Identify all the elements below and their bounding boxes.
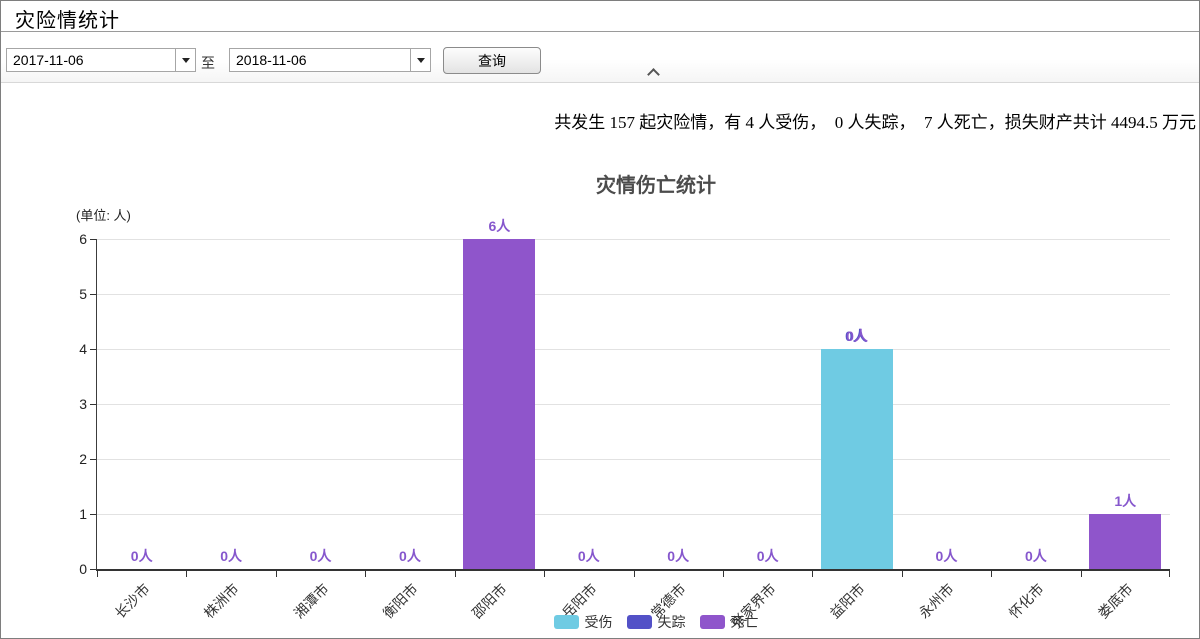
grid-line: [97, 239, 1170, 240]
y-axis-tick: [90, 239, 96, 240]
grid-line: [97, 294, 1170, 295]
x-axis-tick: [991, 571, 992, 577]
y-axis-tick: [90, 569, 96, 570]
page-header: 灾险情统计: [1, 1, 1199, 32]
legend-swatch: [627, 615, 652, 629]
bar-value-label: 0人: [638, 546, 718, 566]
summary-text: 共发生 157 起灾险情，有 4 人受伤， 0 人失踪， 7 人死亡，损失财产共…: [554, 108, 1196, 133]
date-to-dropdown-button[interactable]: [410, 49, 430, 71]
chevron-down-icon: [417, 58, 425, 63]
y-axis-tick: [90, 404, 96, 405]
legend-item-失踪[interactable]: 失踪: [627, 612, 686, 632]
bar-value-label: 0人: [549, 546, 629, 566]
query-toolbar: 2017-11-06 至 2018-11-06 查询: [1, 32, 1199, 83]
bar-value-label: 0人: [906, 546, 986, 566]
date-range-to-label: 至: [201, 53, 215, 73]
bar-value-label: 0人: [191, 546, 271, 566]
bar[interactable]: [1089, 514, 1161, 569]
bar[interactable]: [463, 239, 535, 569]
x-axis-tick: [97, 571, 98, 577]
collapse-panel-handle[interactable]: [649, 70, 658, 79]
x-axis-tick: [1081, 571, 1082, 577]
legend-label: 受伤: [585, 612, 613, 632]
y-axis-tick-label: 1: [55, 506, 87, 522]
date-to-select[interactable]: 2018-11-06: [229, 48, 431, 72]
y-axis-tick: [90, 459, 96, 460]
y-axis-tick: [90, 349, 96, 350]
y-axis-tick-label: 6: [55, 231, 87, 247]
x-axis-tick: [723, 571, 724, 577]
date-from-value: 2017-11-06: [7, 52, 175, 68]
grid-line: [97, 349, 1170, 350]
bar-chart-plot-area: 01234560人长沙市0人株洲市0人湘潭市0人衡阳市6人邵阳市0人岳阳市0人常…: [96, 239, 1170, 571]
legend-swatch: [700, 615, 725, 629]
x-axis-tick: [634, 571, 635, 577]
x-axis-tick: [902, 571, 903, 577]
bar[interactable]: [821, 349, 893, 569]
query-button[interactable]: 查询: [443, 47, 541, 74]
y-axis-tick-label: 5: [55, 286, 87, 302]
bar-value-label: 0人: [996, 546, 1076, 566]
y-axis-tick-label: 0: [55, 561, 87, 577]
x-axis-tick: [1169, 571, 1170, 577]
y-axis-tick-label: 3: [55, 396, 87, 412]
legend-label: 死亡: [731, 612, 759, 632]
bar-value-label: 0人: [728, 546, 808, 566]
grid-line: [97, 514, 1170, 515]
grid-line: [97, 459, 1170, 460]
y-axis-unit-label: (单位: 人): [76, 205, 131, 224]
bar-value-label: 1人: [1085, 491, 1165, 511]
y-axis-tick: [90, 514, 96, 515]
x-axis-tick: [186, 571, 187, 577]
x-axis-tick: [365, 571, 366, 577]
bar-value-label: 6人: [459, 216, 539, 236]
chart-title: 灾情伤亡统计: [111, 169, 1200, 198]
date-from-select[interactable]: 2017-11-06: [6, 48, 196, 72]
bar-value-label: 0人: [281, 546, 361, 566]
legend-label: 失踪: [658, 612, 686, 632]
x-axis-tick: [276, 571, 277, 577]
bar-value-label: 0人: [817, 326, 897, 346]
legend-swatch: [554, 615, 579, 629]
chevron-up-icon: [647, 68, 660, 81]
date-to-value: 2018-11-06: [230, 52, 410, 68]
legend-item-死亡[interactable]: 死亡: [700, 612, 759, 632]
chevron-down-icon: [182, 58, 190, 63]
date-from-dropdown-button[interactable]: [175, 49, 195, 71]
y-axis-tick: [90, 294, 96, 295]
legend-item-受伤[interactable]: 受伤: [554, 612, 613, 632]
chart-legend: 受伤 失踪 死亡: [111, 612, 1200, 632]
y-axis-tick-label: 4: [55, 341, 87, 357]
y-axis-tick-label: 2: [55, 451, 87, 467]
x-axis-tick: [812, 571, 813, 577]
bar-value-label: 0人: [102, 546, 182, 566]
x-axis-tick: [544, 571, 545, 577]
bar-value-label: 0人: [370, 546, 450, 566]
grid-line: [97, 404, 1170, 405]
disaster-statistics-page: 灾险情统计 2017-11-06 至 2018-11-06 查询 共发生 157…: [0, 0, 1200, 639]
page-title: 灾险情统计: [15, 4, 120, 33]
x-axis-tick: [455, 571, 456, 577]
